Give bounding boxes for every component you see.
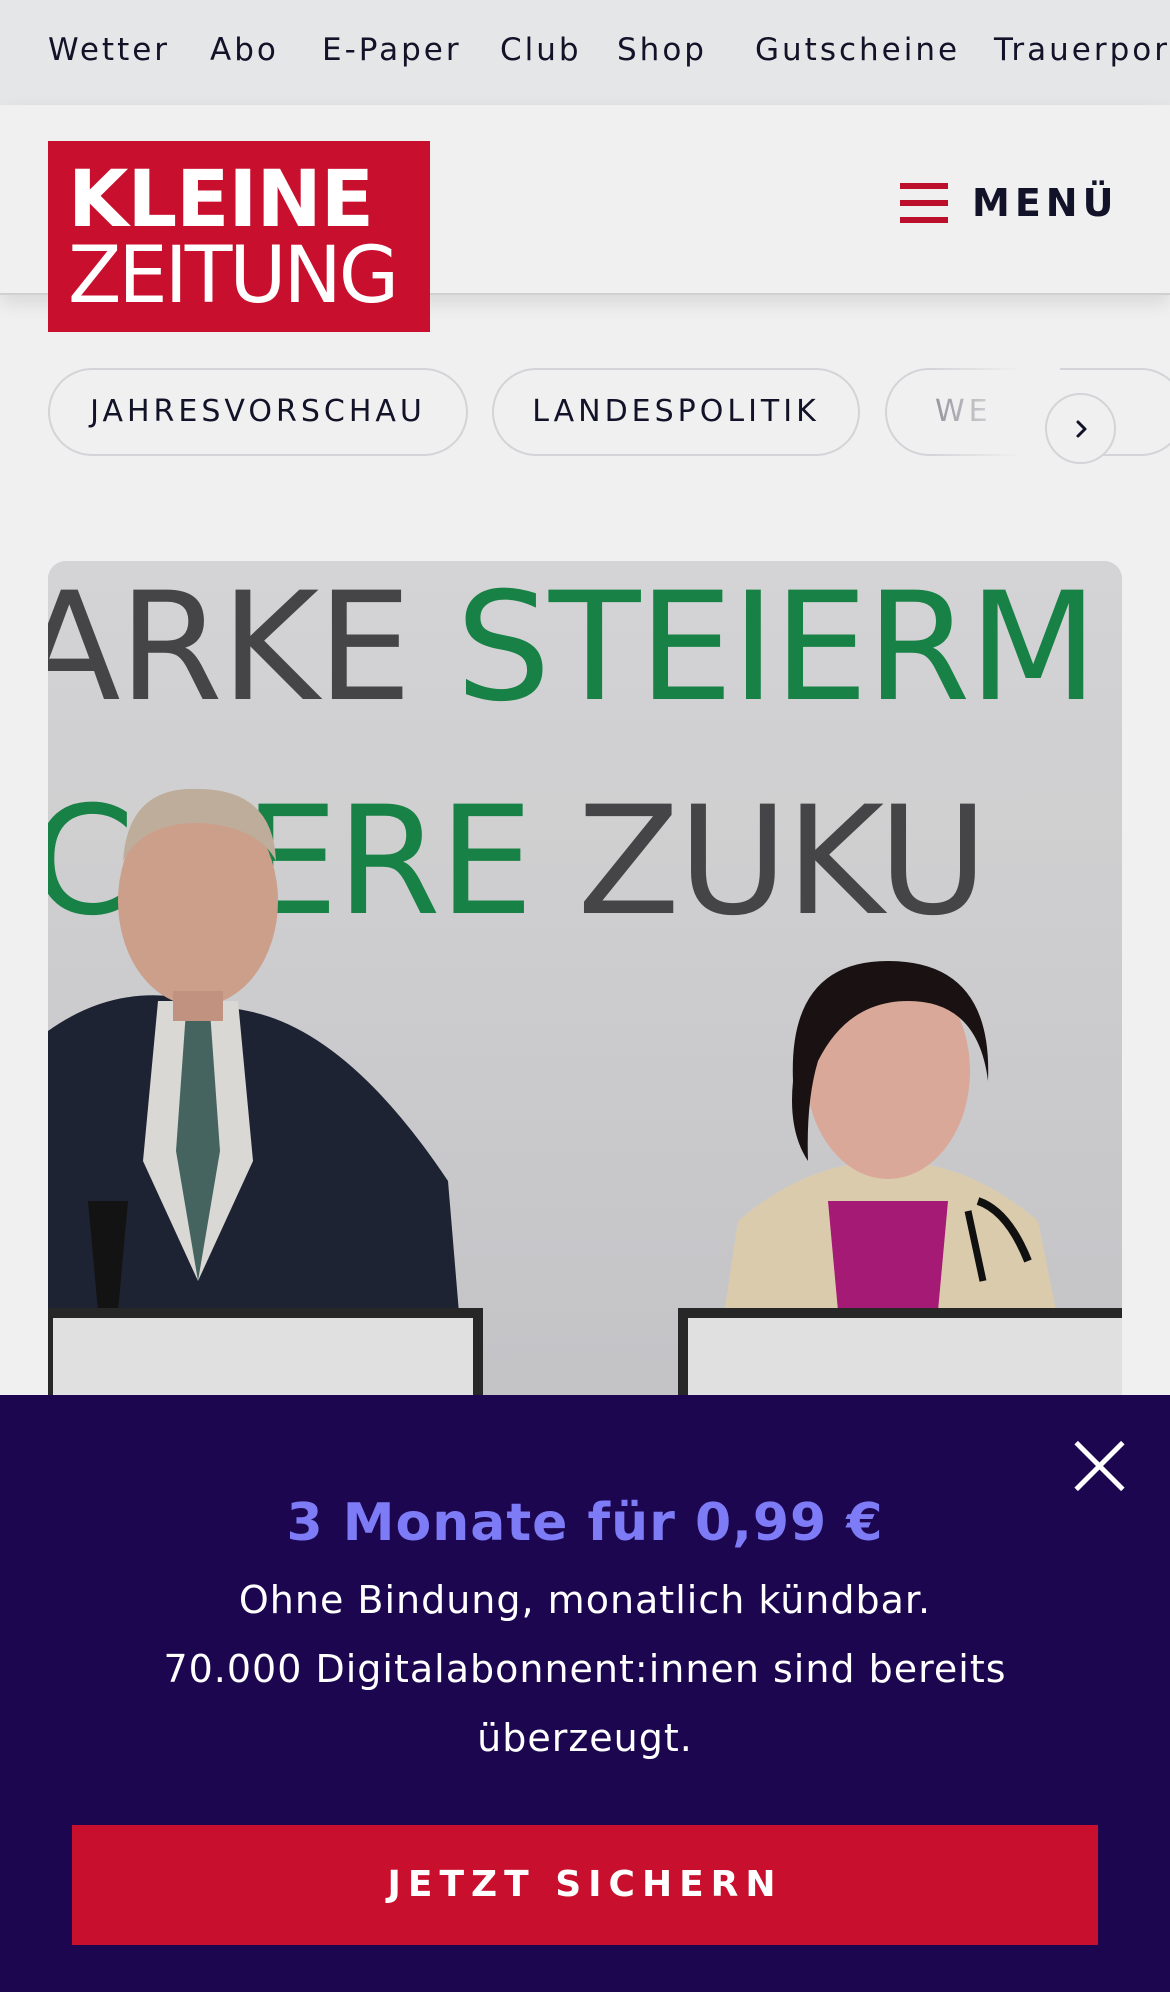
site-logo[interactable]: KLEINE ZEITUNG: [48, 141, 430, 332]
chips-fade-overlay: [930, 365, 1060, 465]
subscription-banner: 3 Monate für 0,99 € Ohne Bindung, monatl…: [0, 1395, 1170, 1992]
service-nav-wetter[interactable]: Wetter: [48, 32, 170, 68]
menu-label: MENÜ: [972, 181, 1119, 225]
backdrop-text-gray-1: ARKE: [48, 561, 456, 735]
hero-photo: ARKE STEIERM ICHERE ZUKU: [48, 561, 1122, 1421]
offer-line-2: 70.000 Digitalabonnent:innen sind bereit…: [163, 1647, 1007, 1691]
service-nav-trauerportal[interactable]: Trauerportal: [994, 32, 1170, 68]
chevron-right-icon: [1076, 420, 1086, 437]
offer-line-3: überzeugt.: [477, 1716, 693, 1760]
hero-image[interactable]: ARKE STEIERM ICHERE ZUKU: [48, 561, 1122, 1421]
service-nav-abo[interactable]: Abo: [210, 32, 279, 68]
offer-title: 3 Monate für 0,99 €: [286, 1493, 884, 1553]
service-nav-shop[interactable]: Shop: [617, 32, 707, 68]
hamburger-icon: [900, 183, 948, 223]
service-nav-club[interactable]: Club: [500, 32, 582, 68]
chips-next-button[interactable]: [1045, 393, 1116, 464]
logo-line-2: ZEITUNG: [68, 231, 399, 321]
backdrop-text-green-1: STEIERM: [456, 561, 1096, 735]
chip-landespolitik[interactable]: LANDESPOLITIK: [492, 368, 860, 456]
service-nav: Wetter Abo E-Paper Club Shop Gutscheine …: [0, 0, 1170, 105]
chip-jahresvorschau[interactable]: JAHRESVORSCHAU: [48, 368, 468, 456]
backdrop-text-gray-2: ZUKU: [577, 775, 986, 949]
close-banner-button[interactable]: [1070, 1437, 1128, 1495]
service-nav-epaper[interactable]: E-Paper: [322, 32, 462, 68]
menu-button[interactable]: MENÜ: [900, 175, 1120, 231]
topic-chips: JAHRESVORSCHAU LANDESPOLITIK WE: [0, 365, 1170, 465]
offer-line-1: Ohne Bindung, monatlich kündbar.: [238, 1578, 932, 1622]
service-nav-gutscheine[interactable]: Gutscheine: [755, 32, 960, 68]
jetzt-sichern-button[interactable]: JETZT SICHERN: [72, 1825, 1098, 1945]
svg-text:ARKE STEIERM: ARKE STEIERM: [48, 561, 1096, 735]
site-header: KLEINE ZEITUNG MENÜ: [0, 105, 1170, 332]
